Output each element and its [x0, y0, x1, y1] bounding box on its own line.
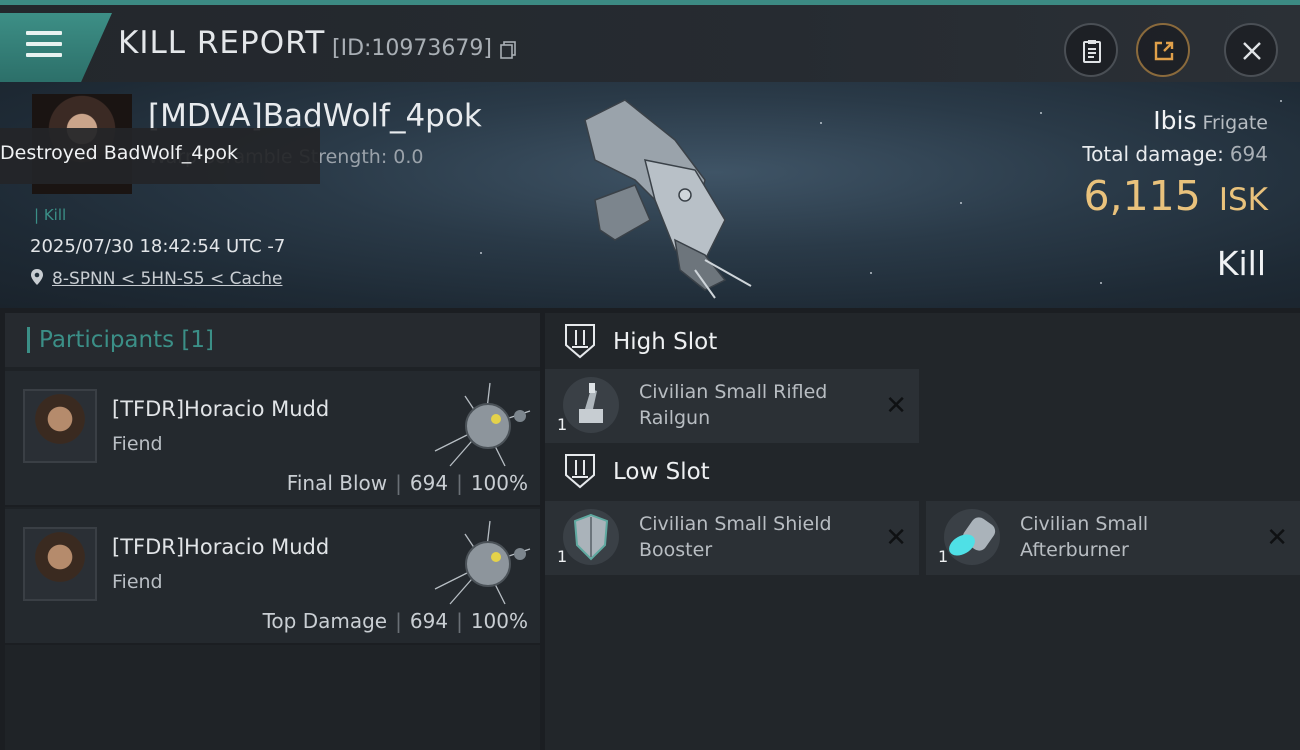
module-item[interactable]: 1 Civilian Small Rifled Railgun ✕: [545, 369, 919, 443]
close-icon: [1243, 42, 1261, 60]
ship-class: Frigate: [1202, 112, 1268, 134]
participant-name[interactable]: [TFDR]Horacio Mudd: [112, 535, 329, 559]
participant-damage: 694: [409, 609, 449, 633]
low-slot-title: Low Slot: [613, 459, 710, 485]
star: [480, 252, 482, 254]
hamburger-icon: [26, 31, 62, 61]
participant-percent: 100%: [470, 471, 528, 495]
module-name: Civilian Small Rifled Railgun: [639, 381, 828, 429]
participant-avatar[interactable]: [23, 389, 97, 463]
module-item[interactable]: 1 Civilian Small Afterburner ✕: [926, 501, 1300, 575]
destroyed-x-icon: ✕: [1266, 523, 1288, 553]
isk-amount: 6,115: [1083, 172, 1201, 220]
participant-ship-name: Fiend: [112, 433, 163, 455]
shield-booster-icon: [563, 509, 619, 565]
clipboard-button[interactable]: [1064, 23, 1118, 77]
high-slot-title: High Slot: [613, 329, 718, 355]
afterburner-icon: [944, 509, 1000, 565]
location-link[interactable]: 8-SPNN < 5HN-S5 < Cache: [52, 269, 282, 289]
fiend-ship-icon: [434, 520, 531, 605]
module-quantity: 1: [938, 547, 949, 566]
low-slot-icon: [565, 454, 595, 489]
ibis-ship-image: [584, 99, 752, 299]
star: [1100, 282, 1102, 284]
module-item[interactable]: 1 Civilian Small Shield Booster ✕: [545, 501, 919, 575]
module-name: Civilian Small Afterburner: [1020, 513, 1149, 561]
report-id: [ID:10973679]: [332, 36, 492, 61]
participants-header: Participants [1]: [5, 313, 540, 367]
destroyed-x-icon: ✕: [885, 523, 907, 553]
participant-percent: 100%: [470, 609, 528, 633]
close-button[interactable]: [1224, 23, 1278, 77]
clipboard-icon: [1083, 40, 1101, 63]
kill-timestamp: 2025/07/30 18:42:54 UTC -7: [30, 236, 286, 257]
share-icon: [1154, 41, 1174, 61]
participants-empty-area: [5, 645, 540, 750]
kill-tag: | Kill: [34, 206, 67, 224]
star: [1040, 112, 1042, 114]
module-quantity: 1: [557, 415, 568, 434]
star: [820, 122, 822, 124]
module-name: Civilian Small Shield Booster: [639, 513, 832, 561]
participant-avatar[interactable]: [23, 527, 97, 601]
accent-bar: [27, 327, 30, 353]
star: [960, 202, 962, 204]
fittings-panel: High Slot 1 Civilian Small Rifled Railgu…: [545, 313, 1300, 750]
kill-tag-label: Kill: [43, 206, 67, 224]
header-bar: KILL REPORT [ID:10973679]: [0, 5, 1300, 83]
destroyed-tooltip: Destroyed BadWolf_4pok: [0, 128, 320, 184]
result-label: Kill: [1216, 244, 1266, 283]
victim-summary: [MDVA]BadWolf_4pok Warp Scramble Strengt…: [0, 82, 1300, 308]
participant-card[interactable]: [TFDR]Horacio Mudd Fiend Final Blow | 694 |…: [5, 371, 540, 507]
copy-icon[interactable]: [500, 41, 516, 59]
participant-name[interactable]: [TFDR]Horacio Mudd: [112, 397, 329, 421]
participant-stats: Final Blow | 694 | 100%: [286, 471, 528, 495]
total-damage-label: Total damage:: [1082, 142, 1224, 166]
fiend-ship-icon: [434, 382, 531, 467]
participant-role: Top Damage: [262, 609, 388, 633]
isk-value: 6,115 ISK: [1083, 172, 1268, 220]
participants-title: Participants [1]: [39, 327, 214, 353]
star: [870, 272, 872, 274]
menu-button[interactable]: [0, 13, 112, 83]
total-damage: Total damage: 694: [1082, 142, 1268, 166]
module-quantity: 1: [557, 547, 568, 566]
participants-panel: Participants [1] [TFDR]Horacio Mudd Fien…: [5, 313, 540, 750]
participant-ship-name: Fiend: [112, 571, 163, 593]
page-title: KILL REPORT: [118, 25, 326, 61]
isk-unit: ISK: [1218, 182, 1268, 218]
participant-stats: Top Damage | 694 | 100%: [262, 609, 528, 633]
railgun-icon: [563, 377, 619, 433]
share-button[interactable]: [1136, 23, 1190, 77]
star: [1280, 100, 1282, 102]
destroyed-x-icon: ✕: [885, 391, 907, 421]
location-pin-icon: [31, 269, 43, 285]
ship-name: Ibis Frigate: [1153, 106, 1268, 135]
tooltip-text: Destroyed BadWolf_4pok: [0, 142, 239, 164]
participant-role: Final Blow: [286, 471, 388, 495]
participant-damage: 694: [409, 471, 449, 495]
total-damage-value: 694: [1229, 142, 1268, 166]
ship-type: Ibis: [1153, 106, 1197, 135]
participant-card[interactable]: [TFDR]Horacio Mudd Fiend Top Damage | 694 |…: [5, 509, 540, 645]
high-slot-icon: [565, 324, 595, 359]
